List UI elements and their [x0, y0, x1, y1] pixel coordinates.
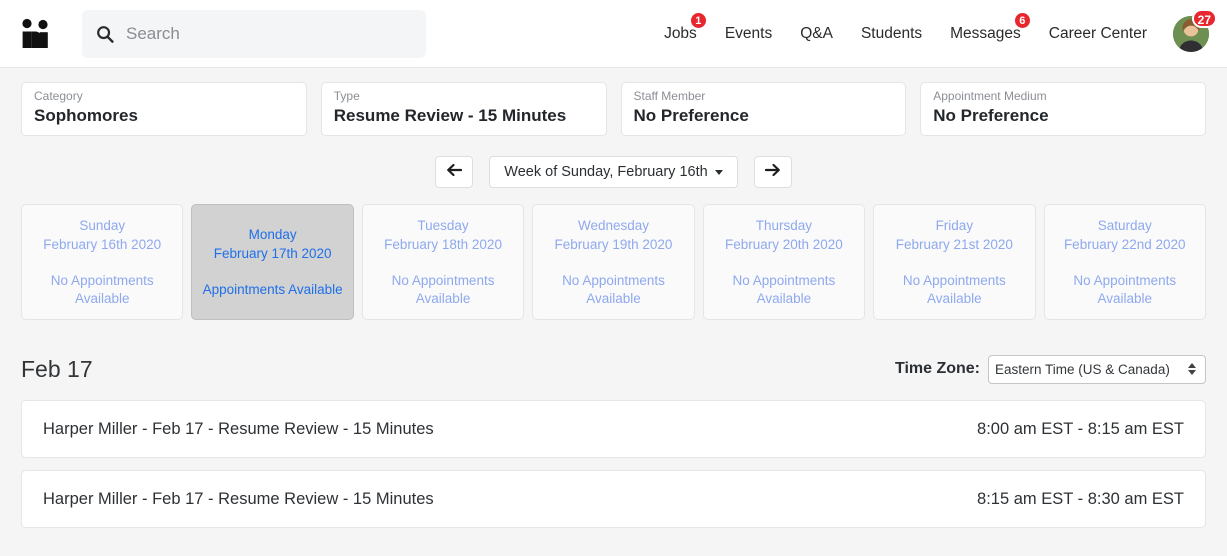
day-card-thursday[interactable]: Thursday February 20th 2020 No Appointme… — [702, 204, 866, 320]
day-name: Tuesday — [417, 218, 469, 233]
nav-item-messages[interactable]: Messages 6 — [936, 0, 1035, 68]
timezone-control: Time Zone: Eastern Time (US & Canada) — [894, 354, 1206, 384]
day-availability: No Appointments Available — [902, 273, 1006, 306]
day-card-tuesday[interactable]: Tuesday February 18th 2020 No Appointmen… — [361, 204, 525, 320]
week-navigation: Week of Sunday, February 16th — [0, 156, 1227, 188]
arrow-right-icon — [764, 163, 781, 182]
primary-nav: Jobs 1 Events Q&A Students Messages 6 Ca… — [650, 0, 1217, 68]
appointment-title: Harper Miller - Feb 17 - Resume Review -… — [43, 489, 434, 508]
day-selector: Sunday February 16th 2020 No Appointment… — [0, 204, 1227, 320]
day-date: February 17th 2020 — [213, 246, 332, 261]
day-availability: No Appointments Available — [562, 273, 665, 306]
nav-item-events[interactable]: Events — [711, 0, 786, 68]
day-card-sunday[interactable]: Sunday February 16th 2020 No Appointment… — [21, 204, 184, 320]
day-availability: No Appointments Available — [1073, 273, 1177, 306]
filter-type[interactable]: Type Resume Review - 15 Minutes — [320, 82, 607, 136]
nav-badge-jobs: 1 — [689, 11, 707, 29]
appointment-list: Harper Miller - Feb 17 - Resume Review -… — [0, 400, 1227, 528]
day-availability: Appointments Available — [202, 282, 343, 297]
week-label: Week of Sunday, February 16th — [504, 164, 708, 180]
search-icon — [96, 25, 114, 43]
nav-item-students[interactable]: Students — [847, 0, 936, 68]
day-name: Monday — [248, 227, 297, 242]
filter-staff-member[interactable]: Staff Member No Preference — [620, 82, 907, 136]
table-row[interactable]: Harper Miller - Feb 17 - Resume Review -… — [21, 470, 1206, 528]
timezone-label: Time Zone: — [894, 360, 980, 377]
page-title: Feb 17 — [21, 355, 93, 382]
day-card-saturday[interactable]: Saturday February 22nd 2020 No Appointme… — [1043, 204, 1206, 320]
nav-label-messages: Messages — [950, 24, 1021, 42]
day-name: Sunday — [79, 218, 126, 233]
day-name: Thursday — [755, 218, 813, 233]
avatar[interactable]: 27 — [1173, 8, 1217, 52]
filter-bar: Category Sophomores Type Resume Review -… — [0, 68, 1227, 136]
appointment-title: Harper Miller - Feb 17 - Resume Review -… — [43, 419, 434, 438]
appointment-time: 8:00 am EST - 8:15 am EST — [977, 419, 1184, 438]
previous-week-button[interactable] — [435, 156, 474, 188]
top-navigation-bar: Jobs 1 Events Q&A Students Messages 6 Ca… — [0, 0, 1227, 68]
day-card-friday[interactable]: Friday February 21st 2020 No Appointment… — [873, 204, 1036, 320]
nav-label-jobs: Jobs — [664, 24, 697, 42]
nav-label-career-center: Career Center — [1048, 24, 1147, 42]
appointment-time: 8:15 am EST - 8:30 am EST — [977, 489, 1184, 508]
day-name: Friday — [935, 218, 974, 233]
day-name: Saturday — [1097, 218, 1152, 233]
filter-appointment-medium-label: Appointment Medium — [933, 89, 1047, 103]
day-availability: No Appointments Available — [50, 273, 154, 306]
schedule-header: Feb 17 Time Zone: Eastern Time (US & Can… — [0, 352, 1227, 386]
table-row[interactable]: Harper Miller - Feb 17 - Resume Review -… — [21, 400, 1206, 458]
nav-item-career-center[interactable]: Career Center — [1035, 0, 1161, 68]
filter-category-value: Sophomores — [34, 106, 138, 125]
search-input[interactable] — [126, 23, 412, 44]
day-card-wednesday[interactable]: Wednesday February 19th 2020 No Appointm… — [532, 204, 695, 320]
day-date: February 21st 2020 — [895, 237, 1013, 252]
week-select-dropdown[interactable]: Week of Sunday, February 16th — [489, 156, 738, 188]
chevron-down-icon — [714, 169, 723, 175]
day-date: February 16th 2020 — [43, 237, 162, 252]
timezone-select[interactable]: Eastern Time (US & Canada) — [988, 354, 1206, 384]
next-week-button[interactable] — [753, 156, 792, 188]
nav-item-qa[interactable]: Q&A — [786, 0, 847, 68]
filter-appointment-medium-value: No Preference — [933, 106, 1049, 125]
day-date: February 22nd 2020 — [1063, 237, 1186, 252]
day-card-monday[interactable]: Monday February 17th 2020 Appointments A… — [191, 204, 354, 320]
nav-item-jobs[interactable]: Jobs 1 — [650, 0, 711, 68]
arrow-left-icon — [446, 163, 463, 182]
day-availability: No Appointments Available — [391, 273, 495, 306]
filter-category-label: Category — [34, 89, 83, 103]
day-name: Wednesday — [577, 218, 649, 233]
day-availability: No Appointments Available — [732, 273, 836, 306]
day-date: February 19th 2020 — [554, 237, 673, 252]
filter-type-label: Type — [333, 89, 360, 103]
nav-label-students: Students — [860, 24, 923, 42]
avatar-notification-badge: 27 — [1191, 8, 1217, 28]
handshake-logo-icon[interactable] — [14, 12, 58, 56]
day-date: February 18th 2020 — [384, 237, 502, 252]
nav-label-events: Events — [724, 24, 773, 42]
filter-staff-member-value: No Preference — [633, 106, 749, 125]
filter-category[interactable]: Category Sophomores — [21, 82, 307, 136]
filter-appointment-medium[interactable]: Appointment Medium No Preference — [920, 82, 1206, 136]
day-date: February 20th 2020 — [724, 237, 843, 252]
nav-label-qa: Q&A — [800, 24, 833, 42]
search-bar[interactable] — [82, 9, 426, 58]
filter-type-value: Resume Review - 15 Minutes — [333, 106, 567, 125]
nav-badge-messages: 6 — [1013, 11, 1031, 29]
timezone-field: Eastern Time (US & Canada) — [988, 354, 1206, 384]
filter-staff-member-label: Staff Member — [633, 89, 706, 103]
